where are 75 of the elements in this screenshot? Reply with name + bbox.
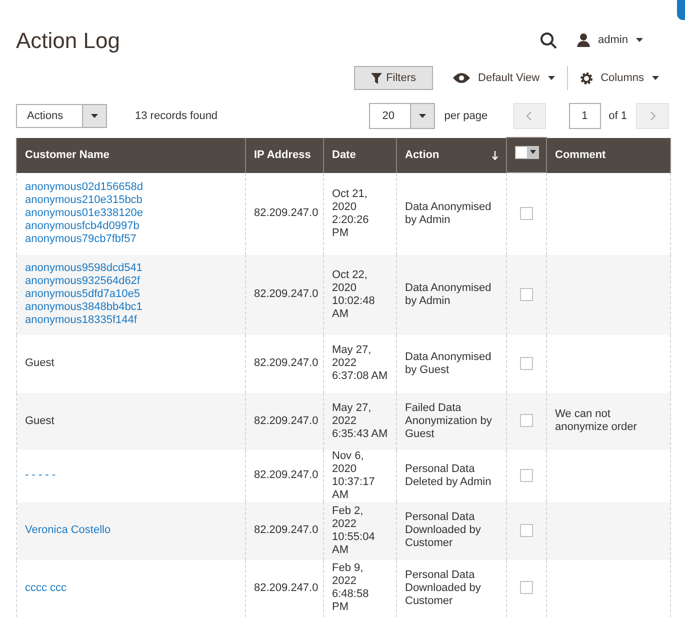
user-menu[interactable]: admin (577, 32, 643, 48)
ip-address: 82.209.247.0 (254, 414, 318, 426)
customer-link[interactable]: cccc ccc (25, 582, 67, 594)
column-header[interactable]: Comment (555, 146, 606, 164)
user-icon (577, 33, 590, 47)
customer-link[interactable]: Veronica Costello (25, 524, 111, 537)
date-text: Oct 22, 2020 10:02:48 AM (332, 268, 375, 320)
caret-icon (91, 114, 98, 118)
checkbox[interactable] (520, 468, 533, 482)
action-text: Personal Data Downloaded by Customer (405, 511, 481, 549)
date-text: Feb 9, 2022 6:48:58 PM (332, 562, 369, 613)
previous-page-button[interactable] (512, 103, 546, 129)
customer-link[interactable]: anonymous3848bb4bc1 (25, 301, 142, 314)
column-header[interactable]: Customer Name (25, 146, 110, 164)
checkbox[interactable] (520, 288, 533, 301)
customer-link[interactable]: anonymous5dfd7a10e5 (25, 288, 140, 301)
customer-link[interactable]: anonymous9598dcd541 (25, 262, 142, 275)
customer-link[interactable]: anonymous210e315bcb (25, 194, 142, 207)
date-text: Oct 21, 2020 2:20:26 PM (332, 188, 369, 238)
action-text: Data Anonymised by Guest (405, 350, 492, 376)
customer-link[interactable]: anonymous01e338120e (25, 207, 144, 220)
next-page-button[interactable] (636, 103, 669, 129)
caret-icon (530, 150, 536, 154)
customer-name: Guest (25, 357, 54, 370)
customer-name: Guest (25, 414, 54, 428)
filter-icon (371, 72, 382, 84)
date-text: Nov 6, 2020 10:37:17 AM (332, 450, 375, 500)
page-title: Action Log (16, 26, 120, 55)
caret-icon (419, 114, 426, 118)
action-text: Personal Data Deleted by Admin (405, 462, 492, 488)
customer-link[interactable]: anonymous79cb7fbf57 (25, 233, 136, 246)
ip-address: 82.209.247.0 (254, 524, 318, 536)
date-text: May 27, 2022 6:37:08 AM (332, 344, 388, 382)
mass-select-control[interactable] (514, 146, 538, 159)
checkbox[interactable] (520, 356, 533, 370)
checkbox[interactable] (520, 581, 533, 594)
ip-address: 82.209.247.0 (254, 582, 318, 594)
columns-dropdown[interactable]: Columns (580, 70, 659, 86)
customer-link[interactable]: anonymous02d156658d (25, 181, 144, 194)
view-dropdown[interactable]: Default View (453, 70, 555, 86)
per-page-dropdown[interactable]: 20 (369, 103, 436, 129)
caret-icon (548, 76, 555, 80)
customer-link[interactable]: anonymous18335f144f (25, 314, 137, 327)
ip-address: 82.209.247.0 (254, 288, 318, 300)
chevron-right-icon (650, 111, 656, 121)
column-header[interactable]: Date (332, 146, 356, 164)
action-text: Data Anonymised by Admin (405, 282, 492, 306)
comment-text: We can not anonymize order (555, 408, 637, 433)
filters-button[interactable]: Filters (354, 66, 434, 90)
records-count: 13 records found (135, 108, 218, 124)
customer-link[interactable]: - - - - - (25, 469, 56, 482)
date-text: May 27, 2022 6:35:43 AM (332, 402, 388, 440)
gear-icon (580, 72, 593, 84)
date-text: Feb 2, 2022 10:55:04 AM (332, 504, 375, 556)
customer-link[interactable]: anonymousfcb4d0997b (25, 220, 140, 233)
page-total: of 1 (608, 108, 627, 124)
checkbox[interactable] (520, 207, 533, 220)
customer-link[interactable]: anonymous932564d62f (25, 275, 140, 288)
column-header[interactable]: Action (405, 146, 440, 164)
ip-address: 82.209.247.0 (254, 469, 318, 481)
action-text: Personal Data Downloaded by Customer (405, 568, 481, 606)
action-text: Failed Data Anonymization by Guest (405, 402, 492, 440)
ip-address: 82.209.247.0 (254, 357, 318, 369)
eye-icon (453, 73, 470, 83)
search-icon[interactable] (540, 32, 558, 48)
chevron-left-icon (526, 111, 532, 121)
actions-dropdown[interactable]: Actions (16, 104, 107, 128)
checkbox[interactable] (520, 414, 533, 428)
action-text: Data Anonymised by Admin (405, 200, 492, 226)
caret-icon (636, 38, 643, 42)
checkbox[interactable] (520, 524, 533, 537)
page-field[interactable]: 1 (568, 103, 601, 129)
caret-icon (652, 76, 659, 80)
per-page-label: per page (444, 108, 488, 124)
ip-address: 82.209.247.0 (254, 207, 318, 219)
